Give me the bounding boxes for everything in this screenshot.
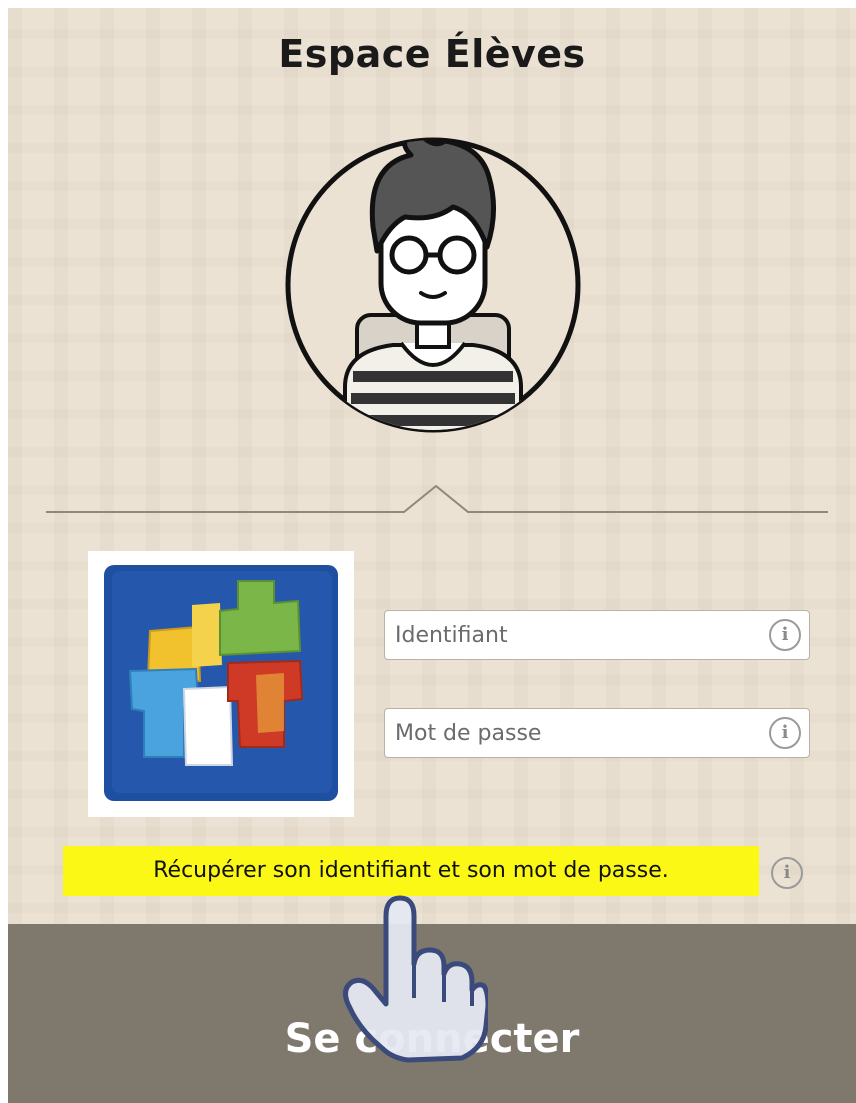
page-title: Espace Élèves xyxy=(278,32,586,76)
info-icon[interactable]: i xyxy=(771,857,803,889)
section-divider xyxy=(46,484,828,513)
password-input[interactable] xyxy=(395,717,755,749)
hand-cursor-icon xyxy=(343,895,488,1063)
school-logo-icon xyxy=(88,551,354,817)
student-avatar-icon xyxy=(285,137,581,433)
identifiant-field[interactable]: i xyxy=(384,610,810,660)
info-icon[interactable]: i xyxy=(769,619,801,651)
identifiant-input[interactable] xyxy=(395,619,755,651)
password-field[interactable]: i xyxy=(384,708,810,758)
login-panel: Espace Élèves Identifiant i i Récupérer … xyxy=(8,8,856,1103)
info-icon[interactable]: i xyxy=(769,717,801,749)
